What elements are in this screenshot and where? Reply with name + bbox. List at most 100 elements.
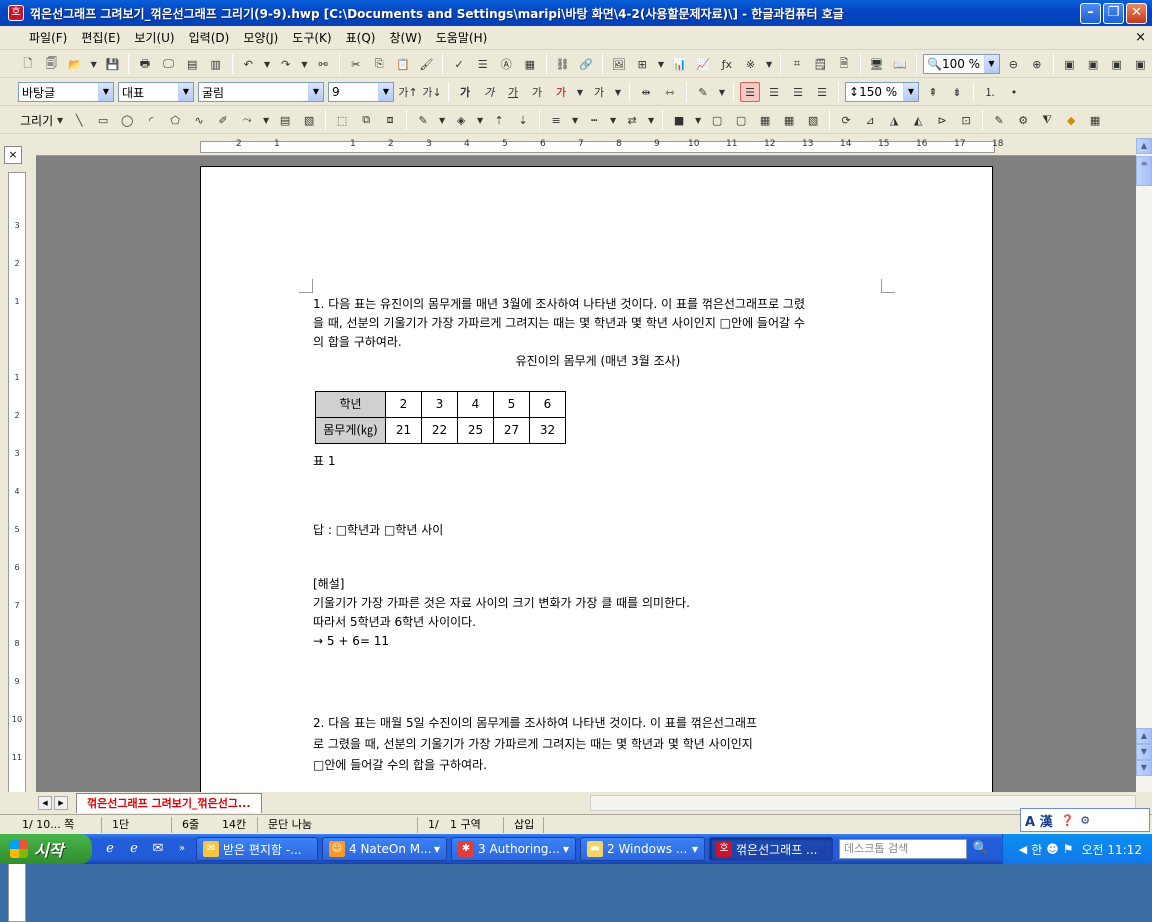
document-tab[interactable]: 꺾은선그래프 그려보기_꺾은선그... [76, 793, 262, 813]
line-spacing-combo[interactable]: ↕ 150 % ▼ [845, 82, 919, 102]
format-painter-icon[interactable]: 🖌 [417, 54, 437, 74]
document-page[interactable]: 1. 다음 표는 유진이의 몸무게를 매년 3월에 조사하여 나타낸 것이다. … [200, 166, 993, 792]
object-prop-3-icon[interactable]: ▦ [755, 110, 775, 130]
undo-dropdown-icon[interactable]: ▼ [262, 54, 272, 74]
minimize-button[interactable]: – [1080, 2, 1101, 24]
table-grid-icon[interactable]: ▦ [1085, 110, 1105, 130]
scroll-down-icon[interactable]: ▼ [1136, 760, 1152, 776]
table-cell[interactable]: 27 [493, 417, 530, 444]
align-justify-button[interactable]: ☰ [740, 82, 760, 102]
clock[interactable]: 오전 11:12 [1082, 841, 1142, 858]
table-cell[interactable]: 6 [529, 391, 566, 418]
formula-icon[interactable]: ƒx [717, 54, 737, 74]
rotate-icon[interactable]: ⟳ [836, 110, 856, 130]
object-prop-5-icon[interactable]: ▧ [803, 110, 823, 130]
scroll-up-icon[interactable]: ▲ [1136, 138, 1152, 154]
font-size-combo[interactable]: 9 ▼ [328, 82, 394, 102]
redo-icon[interactable]: ↷ [276, 54, 296, 74]
language-combo[interactable]: 대표 ▼ [118, 82, 194, 102]
menu-view[interactable]: 보기(U) [127, 29, 181, 46]
menu-window[interactable]: 창(W) [382, 29, 428, 46]
tab-next-icon[interactable]: ▶ [54, 796, 68, 810]
task-authoring[interactable]: ✱ 3 Authoring... ▼ [451, 837, 576, 861]
new-document-icon[interactable]: 🗋 [18, 54, 38, 74]
task-mail[interactable]: ✉ 받은 편지함 -... [196, 837, 318, 861]
select-object-icon[interactable]: ⬚ [332, 110, 352, 130]
picture-tool-icon[interactable]: ▧ [299, 110, 319, 130]
task-windows-explorer[interactable]: ▬ 2 Windows ... ▼ [580, 837, 705, 861]
table-cell[interactable]: 3 [421, 391, 458, 418]
line-style-icon[interactable]: ≡ [546, 110, 566, 130]
shadow-icon[interactable]: ■ [669, 110, 689, 130]
menu-edit[interactable]: 편집(E) [74, 29, 127, 46]
status-insert-mode[interactable]: 삽입 [504, 816, 544, 833]
page-view-icon[interactable]: ▤ [182, 54, 202, 74]
open-dropdown-icon[interactable]: ▼ [89, 54, 99, 74]
book-icon[interactable]: 📖 [890, 54, 910, 74]
highlighter-dropdown-icon[interactable]: ▼ [717, 82, 727, 102]
line-color-dropdown-icon[interactable]: ▼ [437, 110, 447, 130]
table-cell[interactable]: 4 [457, 391, 494, 418]
chart-wizard-icon[interactable]: 📈 [693, 54, 713, 74]
document-content[interactable]: 1. 다음 표는 유진이의 몸무게를 매년 3월에 조사하여 나타낸 것이다. … [313, 295, 883, 776]
table-header-cell[interactable]: 학년 [315, 391, 386, 418]
draw-menu-label[interactable]: 그리기 [20, 112, 53, 129]
align-left-button[interactable]: ☰ [764, 82, 784, 102]
table-cell[interactable]: 25 [457, 417, 494, 444]
table-cell[interactable]: 22 [421, 417, 458, 444]
presentation-icon[interactable]: 🖥 [867, 54, 887, 74]
table-cell[interactable]: 32 [529, 417, 566, 444]
vertical-scrollbar[interactable]: ▲ ≡ ▲ ▼ ▼ [1136, 138, 1152, 792]
line-tool-icon[interactable]: ╲ [69, 110, 89, 130]
connector-dropdown-icon[interactable]: ▼ [261, 110, 271, 130]
table-cell[interactable]: 2 [385, 391, 422, 418]
textbox-tool-icon[interactable]: ▤ [275, 110, 295, 130]
curve-tool-icon[interactable]: ∿ [189, 110, 209, 130]
menu-file[interactable]: 파일(F) [22, 29, 74, 46]
char-spacing-narrow-icon[interactable]: ⇿ [660, 82, 680, 102]
desktop-search-input[interactable]: 데스크톱 검색 [839, 839, 967, 859]
shadow-dropdown-icon[interactable]: ▼ [693, 110, 703, 130]
page-up-icon[interactable]: ▲ [1136, 728, 1152, 744]
search-icon[interactable]: 🔍 [971, 839, 991, 859]
object-prop-2-icon[interactable]: ▢ [731, 110, 751, 130]
insert-chart-icon[interactable]: 📊 [670, 54, 690, 74]
bucket-icon[interactable]: ⧨ [1037, 110, 1057, 130]
send-back-icon[interactable]: ⇣ [513, 110, 533, 130]
save-icon[interactable]: 💾 [103, 54, 123, 74]
insert-picture-icon[interactable]: 🖼 [609, 54, 629, 74]
flip-v-icon[interactable]: ◭ [908, 110, 928, 130]
char-map-icon[interactable]: Ⓐ [496, 54, 516, 74]
menu-help[interactable]: 도움말(H) [429, 29, 495, 46]
char-shape-icon[interactable]: 가 [589, 82, 609, 102]
style-dropdown-icon[interactable]: ▼ [98, 83, 113, 101]
edit-points-icon[interactable]: ✎ [989, 110, 1009, 130]
zoom-combo[interactable]: 🔍 100 % ▼ [922, 54, 1000, 74]
ime-help-icon[interactable]: ❓ [1061, 814, 1075, 827]
language-dropdown-icon[interactable]: ▼ [178, 83, 193, 101]
align-right-button[interactable]: ☰ [812, 82, 832, 102]
line-dash-icon[interactable]: ┅ [584, 110, 604, 130]
zoom-out-icon[interactable]: ⊖ [1004, 54, 1024, 74]
arc-tool-icon[interactable]: ◜ [141, 110, 161, 130]
draw-dropdown-icon[interactable]: ▼ [55, 110, 65, 130]
hyperlink-icon[interactable]: ⛓ [553, 54, 573, 74]
font-size-down-icon[interactable]: 가↓ [422, 82, 442, 102]
zoom-in-icon[interactable]: ⊕ [1027, 54, 1047, 74]
menu-tools[interactable]: 도구(K) [285, 29, 338, 46]
font-color-dropdown-icon[interactable]: ▼ [575, 82, 585, 102]
weight-table[interactable]: 학년 2 3 4 5 6 몸무게(㎏) 21 22 25 27 32 [315, 391, 566, 444]
document-close-icon[interactable]: × [1135, 30, 1146, 45]
highlighter-icon[interactable]: ✎ [693, 82, 713, 102]
object-props-icon[interactable]: ⚙ [1013, 110, 1033, 130]
object-prop-1-icon[interactable]: ▢ [707, 110, 727, 130]
editor-area[interactable]: 2 1 1 2 3 4 5 6 7 8 9 10 11 12 13 14 15 … [36, 138, 1136, 792]
note-icon[interactable]: 🗎 [834, 54, 854, 74]
scroll-thumb[interactable]: ≡ [1136, 156, 1152, 186]
font-size-dropdown-icon[interactable]: ▼ [378, 83, 393, 101]
ime-mode[interactable]: A 漢 [1025, 811, 1053, 830]
connector-tool-icon[interactable]: ⤳ [237, 110, 257, 130]
line-spacing-dropdown-icon[interactable]: ▼ [903, 83, 918, 101]
ellipse-tool-icon[interactable]: ◯ [117, 110, 137, 130]
table-header-cell[interactable]: 몸무게(㎏) [315, 417, 386, 444]
